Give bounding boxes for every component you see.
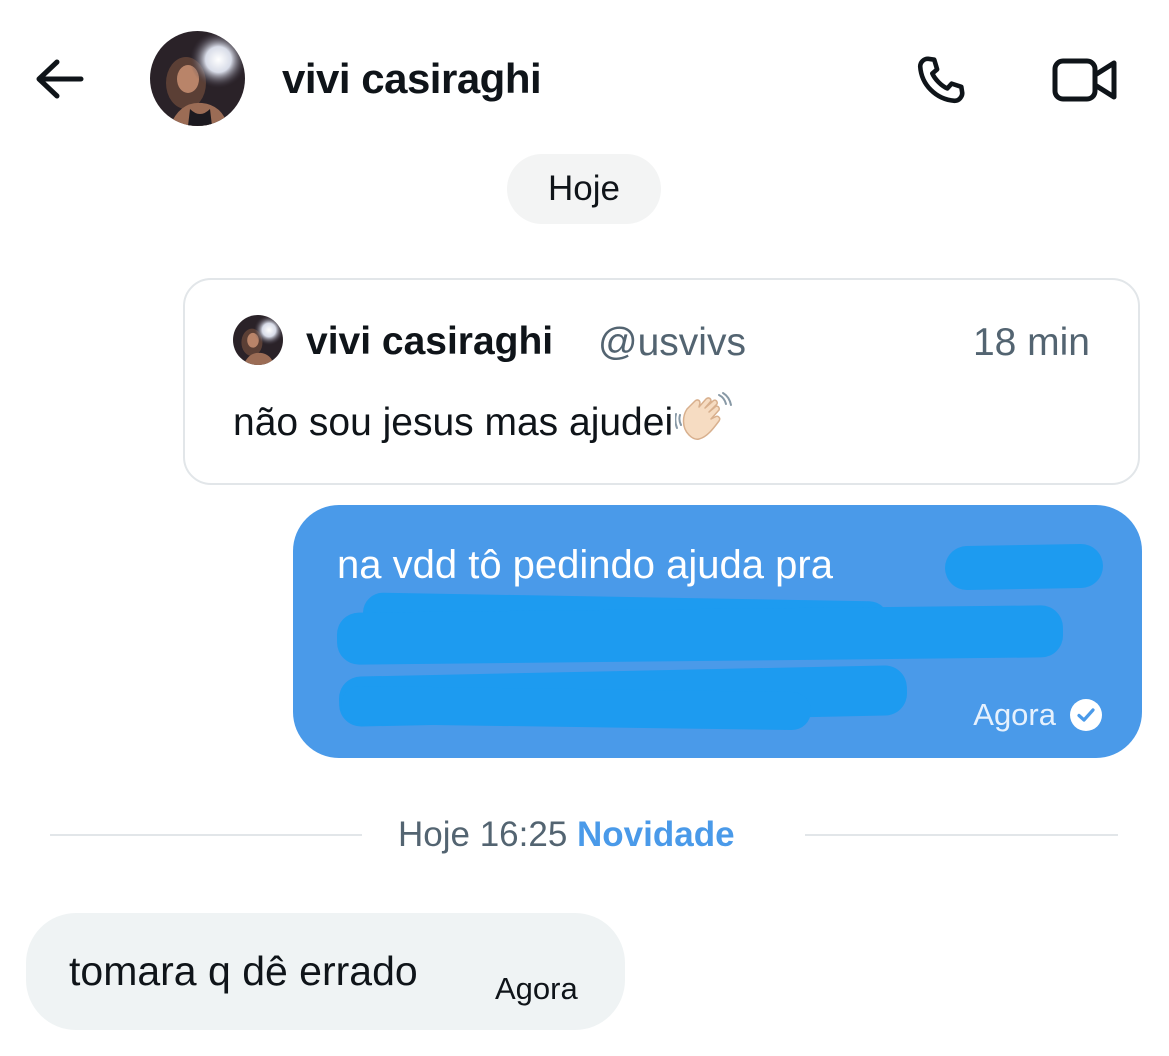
phone-icon — [917, 56, 965, 104]
divider-new-badge: Novidade — [577, 815, 735, 854]
waving-hand-icon — [674, 391, 733, 451]
received-message-text: tomara q dê errado — [69, 948, 418, 994]
redaction-scribble — [336, 605, 1064, 665]
redaction-scribble — [340, 685, 812, 731]
divider-line-left — [50, 834, 362, 836]
sent-message-time: Agora — [973, 697, 1056, 732]
received-message-bubble[interactable]: tomara q dê errado Agora — [26, 913, 625, 1030]
call-button[interactable] — [906, 47, 976, 113]
quoted-tweet-author-name: vivi casiraghi — [306, 320, 554, 363]
divider-timestamp: Hoje 16:25 — [398, 815, 568, 854]
quoted-tweet-text-row: não sou jesus mas ajudei — [233, 391, 733, 451]
video-call-button[interactable] — [1047, 47, 1123, 113]
received-message-time: Agora — [495, 971, 578, 1006]
quoted-tweet-card[interactable]: vivi casiraghi @usvivs 18 min não sou je… — [183, 278, 1140, 485]
quoted-tweet-text: não sou jesus mas ajudei — [233, 401, 674, 444]
sent-message-meta: Agora — [973, 697, 1102, 733]
quoted-tweet-author-handle: @usvivs — [598, 321, 746, 364]
divider-line-right — [805, 834, 1118, 836]
quoted-tweet-avatar[interactable] — [233, 315, 283, 365]
redaction-scribble — [944, 543, 1104, 591]
day-separator: Hoje — [507, 154, 661, 224]
sent-message-text: na vdd tô pedindo ajuda pra — [337, 543, 833, 587]
sent-message-bubble[interactable]: na vdd tô pedindo ajuda pra Agora — [293, 505, 1142, 758]
contact-name[interactable]: vivi casiraghi — [282, 55, 542, 103]
dm-conversation-screen: vivi casiraghi Hoje vivi casiraghi @usvi… — [0, 0, 1169, 1056]
check-circle-icon — [1070, 699, 1102, 731]
back-button[interactable] — [28, 50, 90, 108]
contact-avatar[interactable] — [150, 31, 245, 126]
arrow-left-icon — [36, 59, 84, 99]
video-camera-icon — [1052, 58, 1117, 102]
quoted-tweet-time: 18 min — [972, 321, 1090, 364]
unread-divider: Hoje 16:25 Novidade — [398, 815, 735, 855]
